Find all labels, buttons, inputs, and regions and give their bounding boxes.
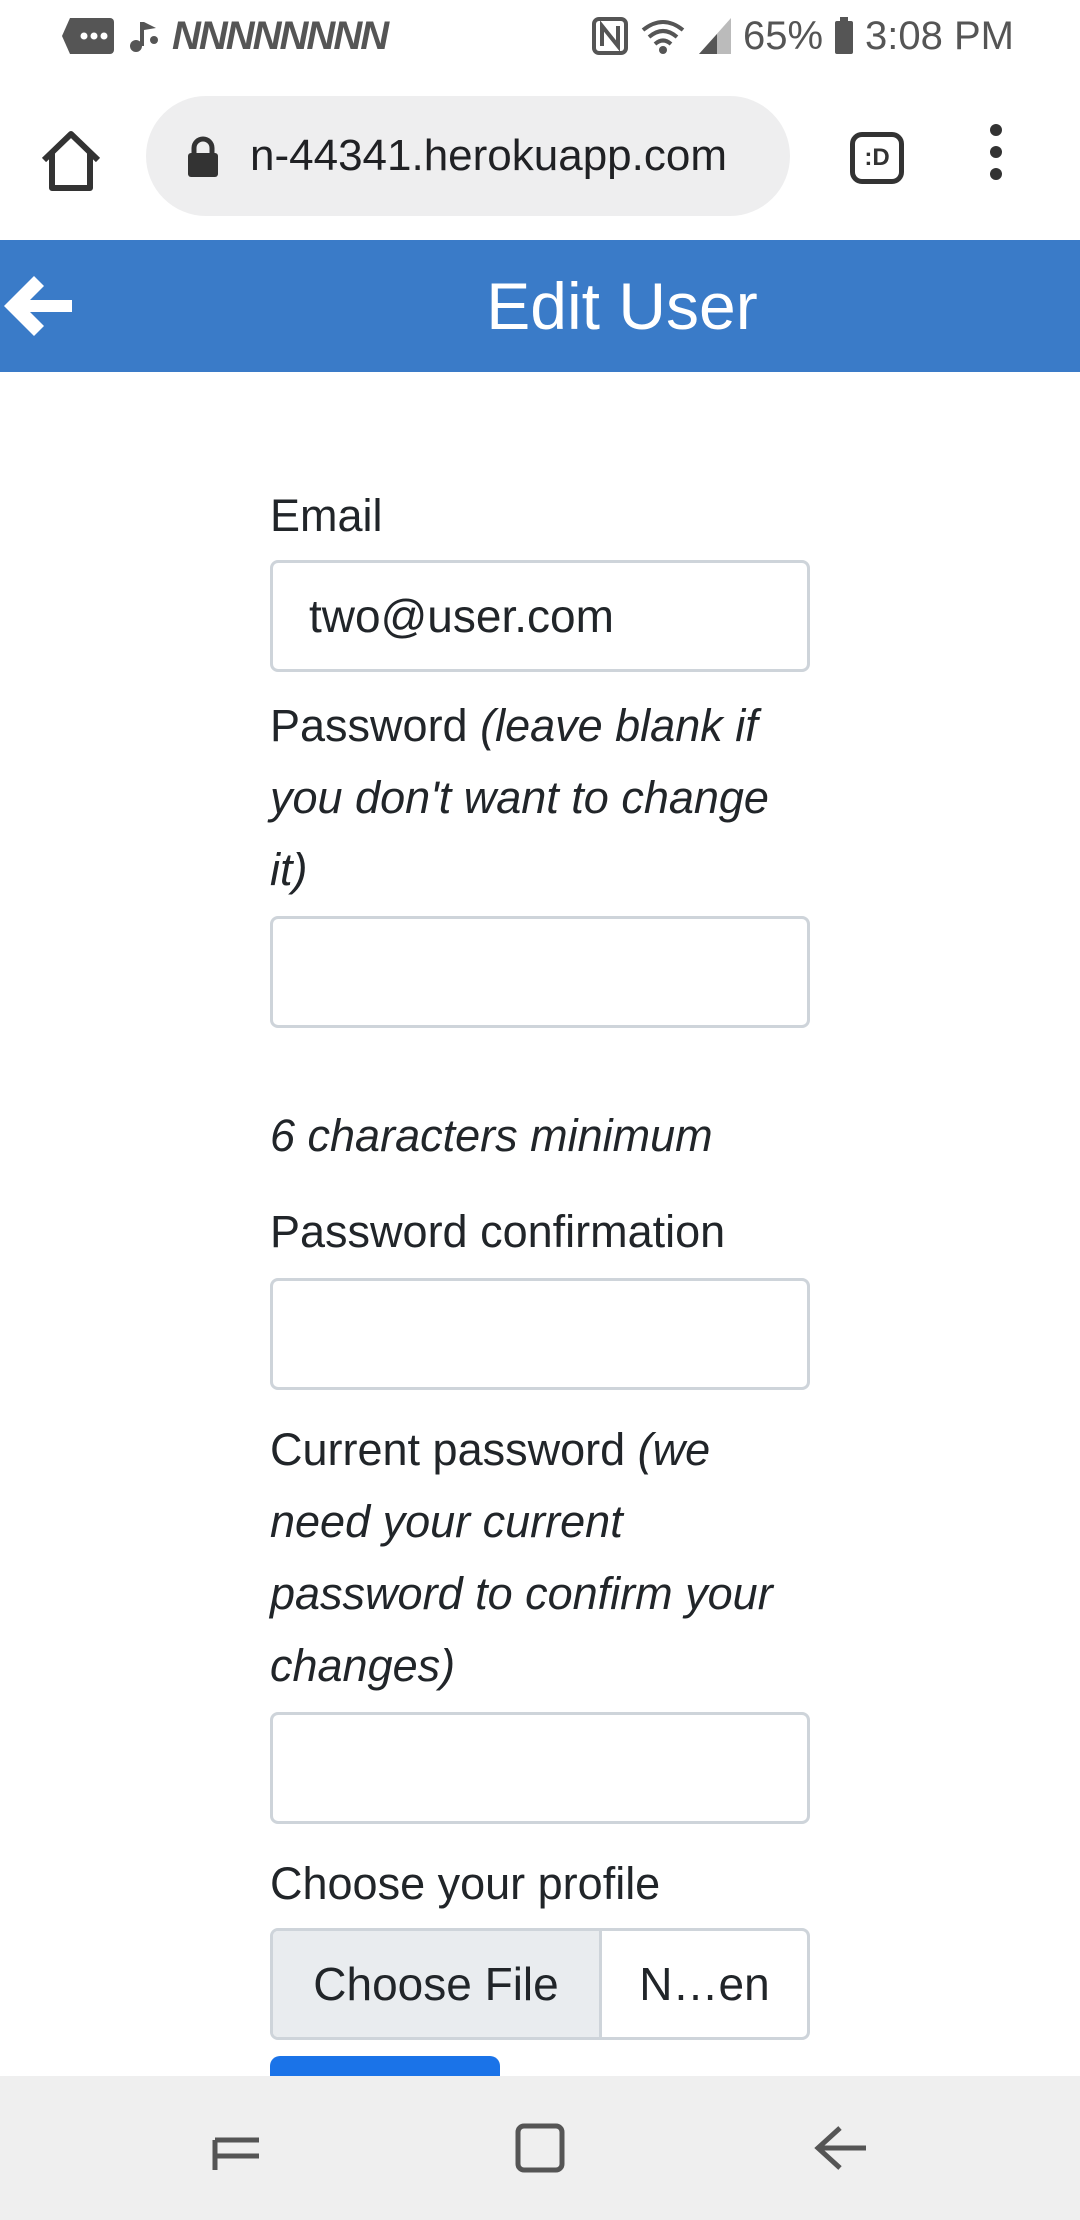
message-icon xyxy=(62,18,114,54)
url-text[interactable]: n-44341.herokuapp.com xyxy=(250,96,727,216)
password-confirmation-label: Password confirmation xyxy=(270,1206,726,1257)
page-title: Edit User xyxy=(486,269,758,343)
nfc-icon xyxy=(591,17,628,55)
wifi-icon xyxy=(641,20,685,54)
password-confirmation-field[interactable] xyxy=(270,1278,810,1390)
signal-icon xyxy=(698,18,731,54)
password-label: Password (leave blank if you don't want … xyxy=(270,690,810,906)
app-header: Edit User xyxy=(0,240,1080,372)
home-button-icon[interactable] xyxy=(510,2118,570,2178)
clock: 3:08 PM xyxy=(865,13,1014,58)
menu-dot xyxy=(990,124,1002,136)
password-label-text: Password xyxy=(270,700,468,751)
browser-toolbar: n-44341.herokuapp.com :D xyxy=(0,72,1080,240)
recent-apps-icon[interactable] xyxy=(207,2118,267,2178)
password-help-text: 6 characters minimum xyxy=(270,1110,713,1161)
current-password-label: Current password (we need your current p… xyxy=(270,1414,810,1702)
edit-user-form: Email two@user.com Password (leave blank… xyxy=(270,480,810,2040)
menu-dot xyxy=(990,146,1002,158)
n-notification-icons: NNNNNNNN xyxy=(172,13,389,58)
choose-file-button[interactable]: Choose File xyxy=(273,1931,602,2037)
battery-percent: 65% xyxy=(742,13,824,58)
notification-icons: NNNNNNNN xyxy=(60,13,389,58)
email-label: Email xyxy=(270,490,383,541)
status-bar: NNNNNNNN 65% 3:08 PM xyxy=(0,0,1080,72)
browser-menu-button[interactable] xyxy=(978,124,1014,194)
profile-file-input[interactable]: Choose File N…en xyxy=(270,1928,810,2040)
password-field[interactable] xyxy=(270,916,810,1028)
profile-label: Choose your profile xyxy=(270,1858,661,1909)
selected-file-name: N…en xyxy=(639,1958,770,2010)
home-icon[interactable] xyxy=(36,126,106,196)
tab-switcher-button[interactable]: :D xyxy=(850,132,904,184)
menu-dot xyxy=(990,168,1002,180)
email-field[interactable]: two@user.com xyxy=(270,560,810,672)
battery-icon xyxy=(835,17,854,54)
lock-icon xyxy=(188,136,218,177)
current-password-field[interactable] xyxy=(270,1712,810,1824)
music-icon xyxy=(130,22,158,52)
address-bar[interactable]: n-44341.herokuapp.com xyxy=(146,96,790,216)
system-nav-bar xyxy=(0,2076,1080,2220)
current-password-label-text: Current password xyxy=(270,1424,626,1475)
back-icon[interactable] xyxy=(812,2118,872,2178)
